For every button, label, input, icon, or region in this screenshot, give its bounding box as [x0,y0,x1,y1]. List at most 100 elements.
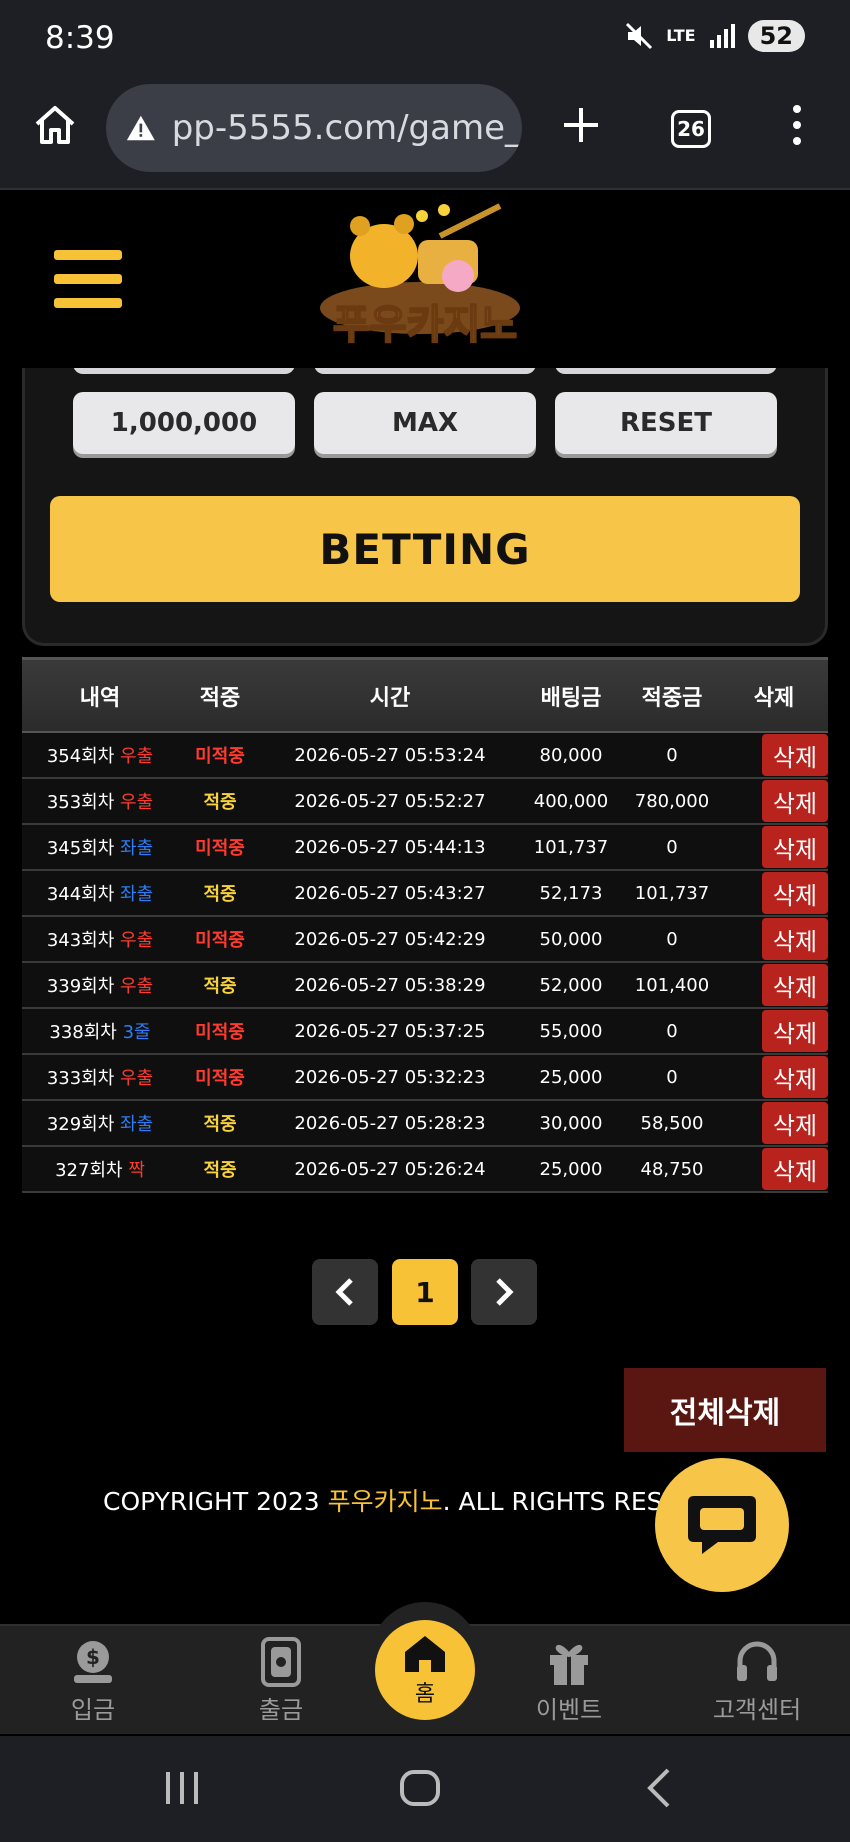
row-win: 0 [666,1066,678,1088]
row-delete-button[interactable]: 삭제 [762,780,828,822]
browser-toolbar: pp-5555.com/game_ 26 [0,80,850,190]
system-nav-bar [0,1736,850,1842]
delete-all-button[interactable]: 전체삭제 [624,1368,826,1452]
nav-deposit[interactable]: $ 입금 [28,1634,158,1725]
url-text: pp-5555.com/game_ [171,108,522,148]
row-bet: 80,000 [539,744,603,766]
row-delete-cell: 삭제 [720,1102,828,1144]
betting-button[interactable]: BETTING [50,496,800,602]
amount-button[interactable]: 1,000,000 [73,392,295,454]
row-win: 0 [666,744,678,766]
nav-home-label: 홈 [414,1682,436,1707]
row-round: 354회차 [46,746,115,767]
row-result: 미적중 [195,930,245,951]
max-button[interactable]: MAX [314,392,536,454]
recent-apps-icon[interactable] [162,1766,202,1810]
row-bet: 50,000 [539,928,603,950]
menu-icon[interactable] [54,250,122,308]
headset-icon [737,1641,777,1681]
logo-text: 푸우카지노 [333,302,517,348]
row-bet: 55,000 [539,1020,603,1042]
nav-support-label: 고객센터 [712,1696,802,1724]
row-delete-cell: 삭제 [720,734,828,776]
system-back-icon[interactable] [644,1766,674,1810]
nav-withdraw[interactable]: 출금 [216,1634,346,1725]
row-delete-cell: 삭제 [720,918,828,960]
row-round: 344회차 [46,884,115,905]
row-win: 48,750 [640,1158,704,1180]
row-time: 2026-05-27 05:52:27 [294,790,486,812]
copyright-text: COPYRIGHT 2023 푸우카지노. ALL RIGHTS RESERVE… [103,1482,746,1518]
row-delete-button[interactable]: 삭제 [762,1148,828,1190]
table-row: 344회차 좌출 적중 2026-05-27 05:43:27 52,173 101,7… [22,871,828,917]
row-delete-button[interactable]: 삭제 [762,734,828,776]
row-delete-button[interactable]: 삭제 [762,1010,828,1052]
row-round-pick: 327회차 짝 [22,1156,178,1182]
header-bet: 배팅금 [540,685,602,711]
row-time: 2026-05-27 05:53:24 [294,744,486,766]
row-time: 2026-05-27 05:32:23 [294,1066,486,1088]
reset-button[interactable]: RESET [555,392,777,454]
row-delete-button[interactable]: 삭제 [762,964,828,1006]
row-round-pick: 343회차 우출 [22,926,178,952]
copyright-prefix: COPYRIGHT 2023 [103,1487,328,1516]
prev-page-button[interactable] [312,1259,378,1325]
more-menu-icon[interactable] [782,102,812,148]
address-bar[interactable]: pp-5555.com/game_ [106,84,522,172]
row-round: 343회차 [46,930,115,951]
row-round-pick: 339회차 우출 [22,972,178,998]
row-time: 2026-05-27 05:43:27 [294,882,486,904]
money-bag-icon: $ [74,1641,112,1683]
next-page-button[interactable] [471,1259,537,1325]
row-time: 2026-05-27 05:38:29 [294,974,486,996]
battery-level: 52 [747,20,805,52]
table-row: 333회차 우출 미적중 2026-05-27 05:32:23 25,000 0 삭제 [22,1055,828,1101]
nav-support[interactable]: 고객센터 [692,1634,822,1725]
row-delete-button[interactable]: 삭제 [762,826,828,868]
row-delete-button[interactable]: 삭제 [762,1056,828,1098]
row-round-pick: 338회차 3줄 [22,1018,178,1044]
row-round-pick: 345회차 좌출 [22,834,178,860]
row-win: 58,500 [640,1112,704,1134]
row-result: 적중 [203,792,237,813]
row-delete-button[interactable]: 삭제 [762,1102,828,1144]
row-pick: 좌출 [120,884,154,905]
table-row: 353회차 우출 적중 2026-05-27 05:52:27 400,000 780,… [22,779,828,825]
gift-icon [550,1644,588,1685]
row-delete-cell: 삭제 [720,780,828,822]
page-number[interactable]: 1 [392,1259,458,1325]
home-icon[interactable] [32,102,78,148]
table-row: 354회차 우출 미적중 2026-05-27 05:53:24 80,000 0 삭제 [22,733,828,779]
new-tab-icon[interactable] [561,102,601,148]
row-win: 101,737 [634,882,710,904]
chevron-right-icon [496,1278,514,1306]
row-pick: 좌출 [120,838,154,859]
row-time: 2026-05-27 05:42:29 [294,928,486,950]
row-result: 적중 [203,1160,237,1181]
row-round-pick: 354회차 우출 [22,742,178,768]
tab-switcher[interactable]: 26 [671,110,711,148]
row-result: 적중 [203,884,237,905]
signal-icon [709,24,735,48]
row-round-pick: 353회차 우출 [22,788,178,814]
row-time: 2026-05-27 05:26:24 [294,1158,486,1180]
nav-home[interactable]: 홈 [375,1620,475,1720]
table-row: 329회차 좌출 적중 2026-05-27 05:28:23 30,000 58,50… [22,1101,828,1147]
row-delete-button[interactable]: 삭제 [762,918,828,960]
row-round: 339회차 [46,976,115,997]
row-delete-button[interactable]: 삭제 [762,872,828,914]
row-pick: 우출 [120,976,154,997]
row-round: 353회차 [46,792,115,813]
chat-button[interactable] [655,1458,789,1592]
system-home-icon[interactable] [398,1766,442,1810]
site-logo[interactable]: 푸우카지노 [300,196,550,356]
table-row: 338회차 3줄 미적중 2026-05-27 05:37:25 55,000 0 삭제 [22,1009,828,1055]
status-icons: LTE 52 [624,20,805,52]
status-bar: 8:39 LTE 52 [0,0,850,80]
nav-event[interactable]: 이벤트 [504,1634,634,1725]
row-bet: 400,000 [533,790,609,812]
header-time: 시간 [369,685,411,711]
row-time: 2026-05-27 05:28:23 [294,1112,486,1134]
row-round: 329회차 [46,1114,115,1135]
clock: 8:39 [45,20,115,56]
